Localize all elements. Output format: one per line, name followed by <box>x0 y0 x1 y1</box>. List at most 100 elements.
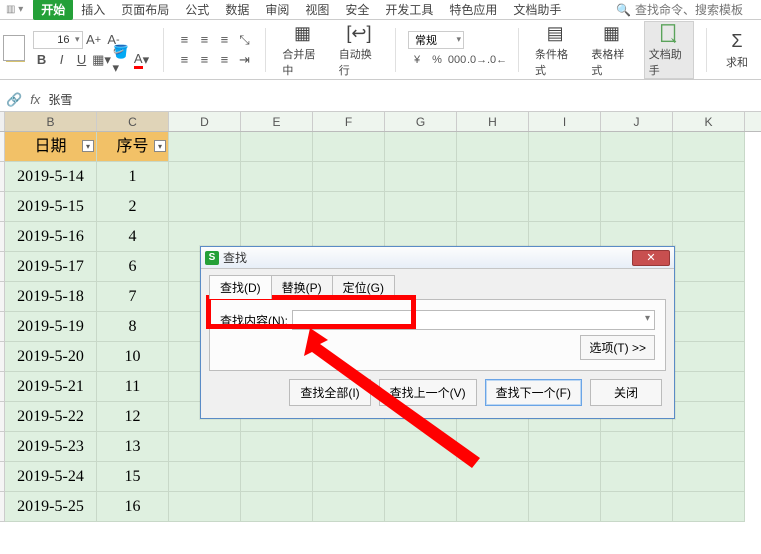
tab-view[interactable]: 视图 <box>297 0 337 20</box>
tab-docassist[interactable]: 文档助手 <box>505 0 569 20</box>
find-content-input[interactable] <box>292 310 655 330</box>
dec-decimal-icon[interactable]: .0← <box>488 51 506 69</box>
font-size-select[interactable]: 16 <box>33 31 83 49</box>
col-header-H[interactable]: H <box>457 112 529 131</box>
cell[interactable] <box>673 492 745 522</box>
col-header-C[interactable]: C <box>97 112 169 131</box>
cell[interactable] <box>601 432 673 462</box>
underline-icon[interactable]: U <box>73 51 91 69</box>
cell[interactable] <box>313 492 385 522</box>
cell-date[interactable]: 2019-5-24 <box>5 462 97 492</box>
cell[interactable] <box>241 192 313 222</box>
close-icon[interactable]: ✕ <box>632 250 670 266</box>
col-header-E[interactable]: E <box>241 112 313 131</box>
cell-seq[interactable]: 13 <box>97 432 169 462</box>
cell[interactable] <box>241 492 313 522</box>
tab-insert[interactable]: 插入 <box>73 0 113 20</box>
cell-header-seq[interactable]: 序号▾ <box>97 132 169 162</box>
cell-seq[interactable]: 1 <box>97 162 169 192</box>
cell[interactable] <box>241 432 313 462</box>
cell[interactable] <box>601 192 673 222</box>
conditional-format-button[interactable]: ▤ 条件格式 <box>531 22 579 78</box>
cell-date[interactable]: 2019-5-23 <box>5 432 97 462</box>
cell[interactable] <box>601 462 673 492</box>
cell[interactable] <box>241 162 313 192</box>
align-left-icon[interactable]: ≡ <box>175 51 193 69</box>
find-next-button[interactable]: 查找下一个(F) <box>485 379 582 406</box>
link-icon[interactable]: 🔗 <box>6 92 22 108</box>
font-color-icon[interactable]: A▾ <box>133 51 151 69</box>
tab-start[interactable]: 开始 <box>33 0 73 20</box>
cell[interactable] <box>673 372 745 402</box>
cell[interactable] <box>673 222 745 252</box>
cell[interactable] <box>169 192 241 222</box>
align-right-icon[interactable]: ≡ <box>215 51 233 69</box>
tab-pagelayout[interactable]: 页面布局 <box>113 0 177 20</box>
cell-date[interactable]: 2019-5-18 <box>5 282 97 312</box>
cell[interactable] <box>385 132 457 162</box>
cell-date[interactable]: 2019-5-19 <box>5 312 97 342</box>
cell-seq[interactable]: 7 <box>97 282 169 312</box>
col-header-D[interactable]: D <box>169 112 241 131</box>
align-bottom-icon[interactable]: ≡ <box>215 31 233 49</box>
cell[interactable] <box>673 432 745 462</box>
cell-seq[interactable]: 4 <box>97 222 169 252</box>
cell-seq[interactable]: 16 <box>97 492 169 522</box>
tab-formula[interactable]: 公式 <box>177 0 217 20</box>
cell[interactable] <box>601 132 673 162</box>
comma-icon[interactable]: 000 <box>448 51 466 69</box>
align-center-icon[interactable]: ≡ <box>195 51 213 69</box>
cell[interactable] <box>241 462 313 492</box>
cell[interactable] <box>385 162 457 192</box>
cell-date[interactable]: 2019-5-14 <box>5 162 97 192</box>
cell[interactable] <box>169 432 241 462</box>
table-style-button[interactable]: ▦ 表格样式 <box>587 22 635 78</box>
file-dropdown-icon[interactable]: ▥ ▾ <box>6 4 23 15</box>
currency-icon[interactable]: ¥ <box>408 51 426 69</box>
cell[interactable] <box>529 492 601 522</box>
find-all-button[interactable]: 查找全部(I) <box>289 379 370 406</box>
cell[interactable] <box>313 462 385 492</box>
indent-icon[interactable]: ⇥ <box>235 51 253 69</box>
command-search[interactable]: 🔍 <box>616 3 755 17</box>
dialog-tab-find[interactable]: 查找(D) <box>209 275 272 299</box>
cell[interactable] <box>673 312 745 342</box>
cell[interactable] <box>673 282 745 312</box>
col-header-I[interactable]: I <box>529 112 601 131</box>
formula-value[interactable]: 张雪 <box>48 91 755 108</box>
filter-icon[interactable]: ▾ <box>154 140 166 152</box>
cell-date[interactable]: 2019-5-21 <box>5 372 97 402</box>
col-header-F[interactable]: F <box>313 112 385 131</box>
tab-devtools[interactable]: 开发工具 <box>377 0 441 20</box>
cell[interactable] <box>673 192 745 222</box>
cell-seq[interactable]: 12 <box>97 402 169 432</box>
cell[interactable] <box>385 192 457 222</box>
filter-icon[interactable]: ▾ <box>82 140 94 152</box>
cell[interactable] <box>673 402 745 432</box>
dialog-close-button[interactable]: 关闭 <box>590 379 662 406</box>
cell[interactable] <box>457 492 529 522</box>
col-header-J[interactable]: J <box>601 112 673 131</box>
cell[interactable] <box>313 432 385 462</box>
increase-font-icon[interactable]: A+ <box>85 31 103 49</box>
cell[interactable] <box>313 162 385 192</box>
cell[interactable] <box>673 252 745 282</box>
wrap-text-button[interactable]: [↩] 自动换行 <box>335 22 383 78</box>
cell[interactable] <box>169 162 241 192</box>
cell[interactable] <box>313 132 385 162</box>
sum-button[interactable]: Σ 求和 <box>719 30 755 70</box>
cell-header-date[interactable]: 日期▾ <box>5 132 97 162</box>
cell-date[interactable]: 2019-5-17 <box>5 252 97 282</box>
cell[interactable] <box>529 162 601 192</box>
cell[interactable] <box>457 162 529 192</box>
cell[interactable] <box>457 192 529 222</box>
cell-seq[interactable]: 2 <box>97 192 169 222</box>
cell-seq[interactable]: 8 <box>97 312 169 342</box>
cell[interactable] <box>529 132 601 162</box>
col-header-B[interactable]: B <box>5 112 97 131</box>
cell-date[interactable]: 2019-5-20 <box>5 342 97 372</box>
doc-assistant-button[interactable]: 文档助手 <box>644 21 694 79</box>
dialog-tab-goto[interactable]: 定位(G) <box>332 275 395 299</box>
bold-icon[interactable]: B <box>33 51 51 69</box>
percent-icon[interactable]: % <box>428 51 446 69</box>
